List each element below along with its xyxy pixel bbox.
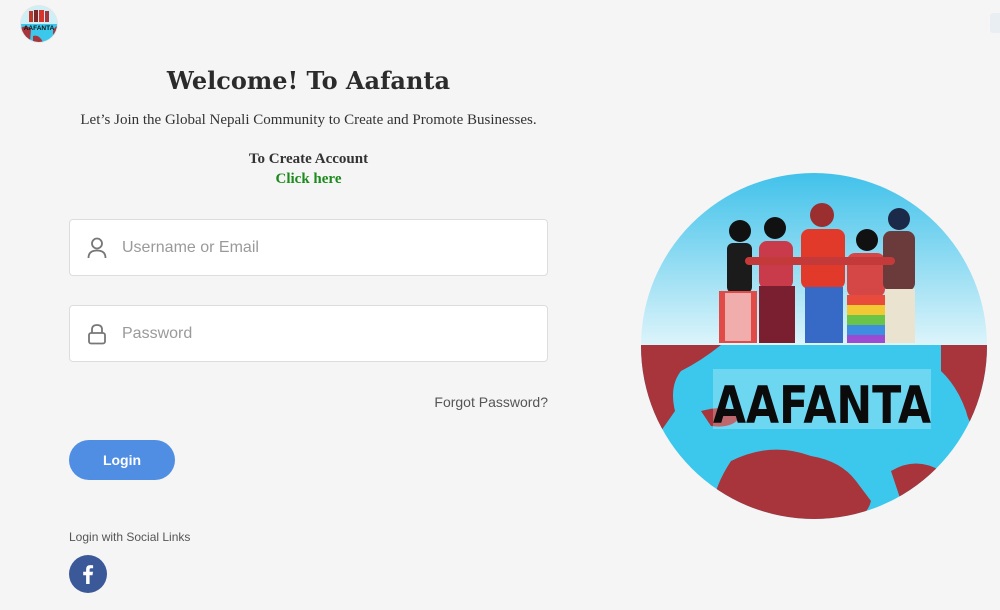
username-input[interactable] (122, 220, 532, 275)
hero-logo-image: AAFANTA (641, 171, 987, 521)
scroll-edge (990, 13, 1000, 33)
password-input[interactable] (122, 306, 532, 361)
username-field[interactable] (69, 219, 548, 276)
social-login-label: Login with Social Links (69, 530, 191, 544)
site-logo-text: AAFANTA (24, 25, 55, 32)
password-field[interactable] (69, 305, 548, 362)
user-icon (87, 237, 107, 259)
page-subtitle: Let’s Join the Global Nepali Community t… (80, 112, 537, 128)
create-account-link[interactable]: Click here (69, 171, 548, 188)
create-account-label: To Create Account (248, 151, 369, 167)
site-logo[interactable]: AAFANTA (21, 6, 57, 42)
lock-icon (87, 323, 107, 345)
login-button[interactable]: Login (69, 440, 175, 480)
facebook-login-button[interactable] (69, 555, 107, 593)
facebook-icon (83, 565, 94, 584)
forgot-password-link[interactable]: Forgot Password? (380, 394, 548, 410)
hero-brand-text: AAFANTA (713, 376, 931, 436)
page-title: Welcome! To Aafanta (166, 66, 451, 95)
